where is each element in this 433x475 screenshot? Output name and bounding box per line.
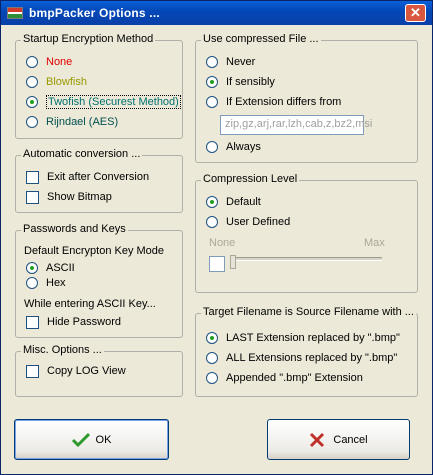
checkbox-copy-log-view[interactable]: Copy LOG View xyxy=(26,363,126,379)
exit-after-conversion-label: Exit after Conversion xyxy=(47,171,150,183)
automatic-conversion-legend: Automatic conversion ... xyxy=(21,148,143,160)
compression-level-group: Compression Level Default User Defined N… xyxy=(195,173,418,293)
radio-twofish-label: Twofish (Securest Method) xyxy=(46,95,181,109)
cancel-x-icon xyxy=(310,432,325,447)
compression-slider-track[interactable] xyxy=(232,257,382,261)
cancel-button-label: Cancel xyxy=(333,433,368,446)
radio-never-circle[interactable] xyxy=(206,56,218,68)
close-button[interactable]: ✕ xyxy=(405,4,426,22)
checkmark-icon xyxy=(71,432,90,447)
radio-never-label: Never xyxy=(226,56,256,68)
radio-ascii[interactable]: ASCII xyxy=(26,260,75,276)
compression-level-legend: Compression Level xyxy=(201,173,300,185)
passwords-keys-legend: Passwords and Keys xyxy=(21,223,128,235)
automatic-conversion-group: Automatic conversion ... Exit after Conv… xyxy=(15,148,183,213)
radio-none[interactable]: None xyxy=(26,54,72,70)
radio-never[interactable]: Never xyxy=(206,54,255,70)
radio-extension-differs[interactable]: If Extension differs from xyxy=(206,94,341,110)
startup-encryption-legend: Startup Encryption Method xyxy=(21,33,156,45)
radio-default-circle[interactable] xyxy=(206,196,218,208)
radio-default[interactable]: Default xyxy=(206,194,261,210)
radio-extension-differs-label: If Extension differs from xyxy=(226,96,342,108)
compression-value-box xyxy=(209,256,225,272)
hide-password-box[interactable] xyxy=(26,315,39,329)
show-bitmap-box[interactable] xyxy=(26,190,39,204)
radio-all-extensions-label: ALL Extensions replaced by ".bmp" xyxy=(226,352,398,364)
compression-slider-thumb[interactable] xyxy=(230,255,236,269)
radio-always[interactable]: Always xyxy=(206,139,261,155)
radio-if-sensibly[interactable]: If sensibly xyxy=(206,74,275,90)
radio-appended-extension-label: Appended ".bmp" Extension xyxy=(226,372,363,384)
checkbox-hide-password[interactable]: Hide Password xyxy=(26,314,121,330)
radio-always-circle[interactable] xyxy=(206,141,218,153)
radio-if-sensibly-label: If sensibly xyxy=(226,76,275,88)
title-bar[interactable]: bmpPacker Options ... ✕ xyxy=(1,1,432,25)
radio-rijndael-circle[interactable] xyxy=(26,116,38,128)
radio-blowfish-label: Blowfish xyxy=(46,76,87,88)
radio-twofish-circle[interactable] xyxy=(26,96,38,108)
misc-options-group: Misc. Options ... Copy LOG View xyxy=(15,344,183,397)
key-mode-label: Default Encrypton Key Mode xyxy=(24,245,165,257)
radio-rijndael-label: Rijndael (AES) xyxy=(46,116,119,128)
compressed-file-group: Use compressed File ... Never If sensibl… xyxy=(195,33,418,163)
radio-twofish[interactable]: Twofish (Securest Method) xyxy=(26,94,181,110)
radio-if-sensibly-circle[interactable] xyxy=(206,76,218,88)
show-bitmap-label: Show Bitmap xyxy=(47,191,112,203)
radio-blowfish[interactable]: Blowfish xyxy=(26,74,87,90)
radio-all-extensions[interactable]: ALL Extensions replaced by ".bmp" xyxy=(206,350,397,366)
radio-blowfish-circle[interactable] xyxy=(26,76,38,88)
target-filename-group: Target Filename is Source Filename with … xyxy=(195,306,418,397)
radio-user-defined-circle[interactable] xyxy=(206,216,218,228)
radio-last-extension[interactable]: LAST Extension replaced by ".bmp" xyxy=(206,330,400,346)
passwords-keys-group: Passwords and Keys Default Encrypton Key… xyxy=(15,223,183,338)
radio-last-extension-circle[interactable] xyxy=(206,332,218,344)
target-filename-legend: Target Filename is Source Filename with … xyxy=(201,306,416,318)
extension-list-input[interactable]: zip,gz,arj,rar,lzh,cab,z,bz2,msi xyxy=(220,115,372,135)
radio-extension-differs-circle[interactable] xyxy=(206,96,218,108)
cancel-button[interactable]: Cancel xyxy=(267,419,410,460)
radio-user-defined[interactable]: User Defined xyxy=(206,214,290,230)
checkbox-show-bitmap[interactable]: Show Bitmap xyxy=(26,189,112,205)
checkbox-exit-after-conversion[interactable]: Exit after Conversion xyxy=(26,169,149,185)
radio-none-circle[interactable] xyxy=(26,56,38,68)
exit-after-conversion-box[interactable] xyxy=(26,170,39,184)
radio-ascii-circle[interactable] xyxy=(26,262,38,274)
radio-ascii-label: ASCII xyxy=(46,262,75,274)
radio-hex-label: Hex xyxy=(46,277,66,289)
app-flag-icon xyxy=(7,7,23,19)
ok-button[interactable]: OK xyxy=(14,419,169,460)
misc-options-legend: Misc. Options ... xyxy=(21,344,104,356)
ok-button-label: OK xyxy=(95,433,112,446)
slider-min-label: None xyxy=(209,237,236,249)
slider-max-label: Max xyxy=(364,237,385,249)
copy-log-view-label: Copy LOG View xyxy=(47,365,126,377)
startup-encryption-group: Startup Encryption Method None Blowfish … xyxy=(15,33,183,139)
radio-all-extensions-circle[interactable] xyxy=(206,352,218,364)
compressed-file-legend: Use compressed File ... xyxy=(201,33,321,45)
radio-hex[interactable]: Hex xyxy=(26,275,66,291)
radio-none-label: None xyxy=(46,56,73,68)
radio-appended-extension-circle[interactable] xyxy=(206,372,218,384)
options-dialog: bmpPacker Options ... ✕ Startup Encrypti… xyxy=(0,0,433,475)
radio-always-label: Always xyxy=(226,141,261,153)
radio-hex-circle[interactable] xyxy=(26,277,38,289)
radio-last-extension-label: LAST Extension replaced by ".bmp" xyxy=(226,332,400,344)
radio-default-label: Default xyxy=(226,196,261,208)
copy-log-view-box[interactable] xyxy=(26,364,39,378)
radio-appended-extension[interactable]: Appended ".bmp" Extension xyxy=(206,370,363,386)
hide-password-label: Hide Password xyxy=(47,316,121,328)
radio-rijndael[interactable]: Rijndael (AES) xyxy=(26,114,118,130)
window-title: bmpPacker Options ... xyxy=(29,6,160,20)
radio-user-defined-label: User Defined xyxy=(226,216,291,228)
entering-ascii-key-label: While entering ASCII Key... xyxy=(24,298,156,310)
